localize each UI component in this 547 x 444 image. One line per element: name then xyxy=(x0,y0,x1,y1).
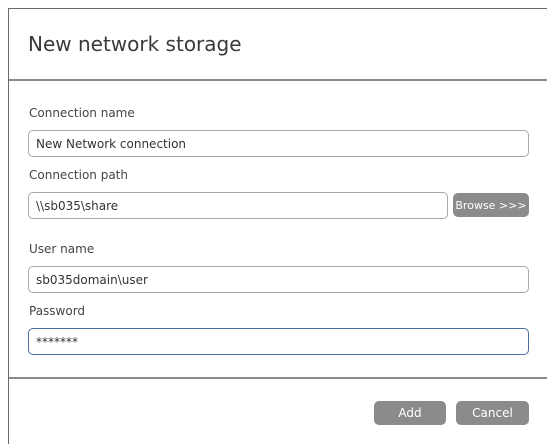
browse-button[interactable]: Browse >>> xyxy=(453,193,529,217)
password-input[interactable] xyxy=(28,328,529,355)
footer-divider xyxy=(9,377,547,379)
connection-path-input[interactable] xyxy=(28,192,448,219)
password-label: Password xyxy=(29,304,86,318)
dialog-title: New network storage xyxy=(28,32,242,56)
new-network-storage-dialog: New network storage Connection name Conn… xyxy=(8,8,547,444)
connection-name-input[interactable] xyxy=(28,130,529,157)
dialog-header: New network storage xyxy=(9,9,547,81)
user-name-input[interactable] xyxy=(28,266,529,293)
connection-name-label: Connection name xyxy=(29,106,135,120)
cancel-button[interactable]: Cancel xyxy=(456,401,529,425)
user-name-label: User name xyxy=(29,242,95,256)
connection-path-label: Connection path xyxy=(29,168,128,182)
add-button[interactable]: Add xyxy=(374,401,446,425)
